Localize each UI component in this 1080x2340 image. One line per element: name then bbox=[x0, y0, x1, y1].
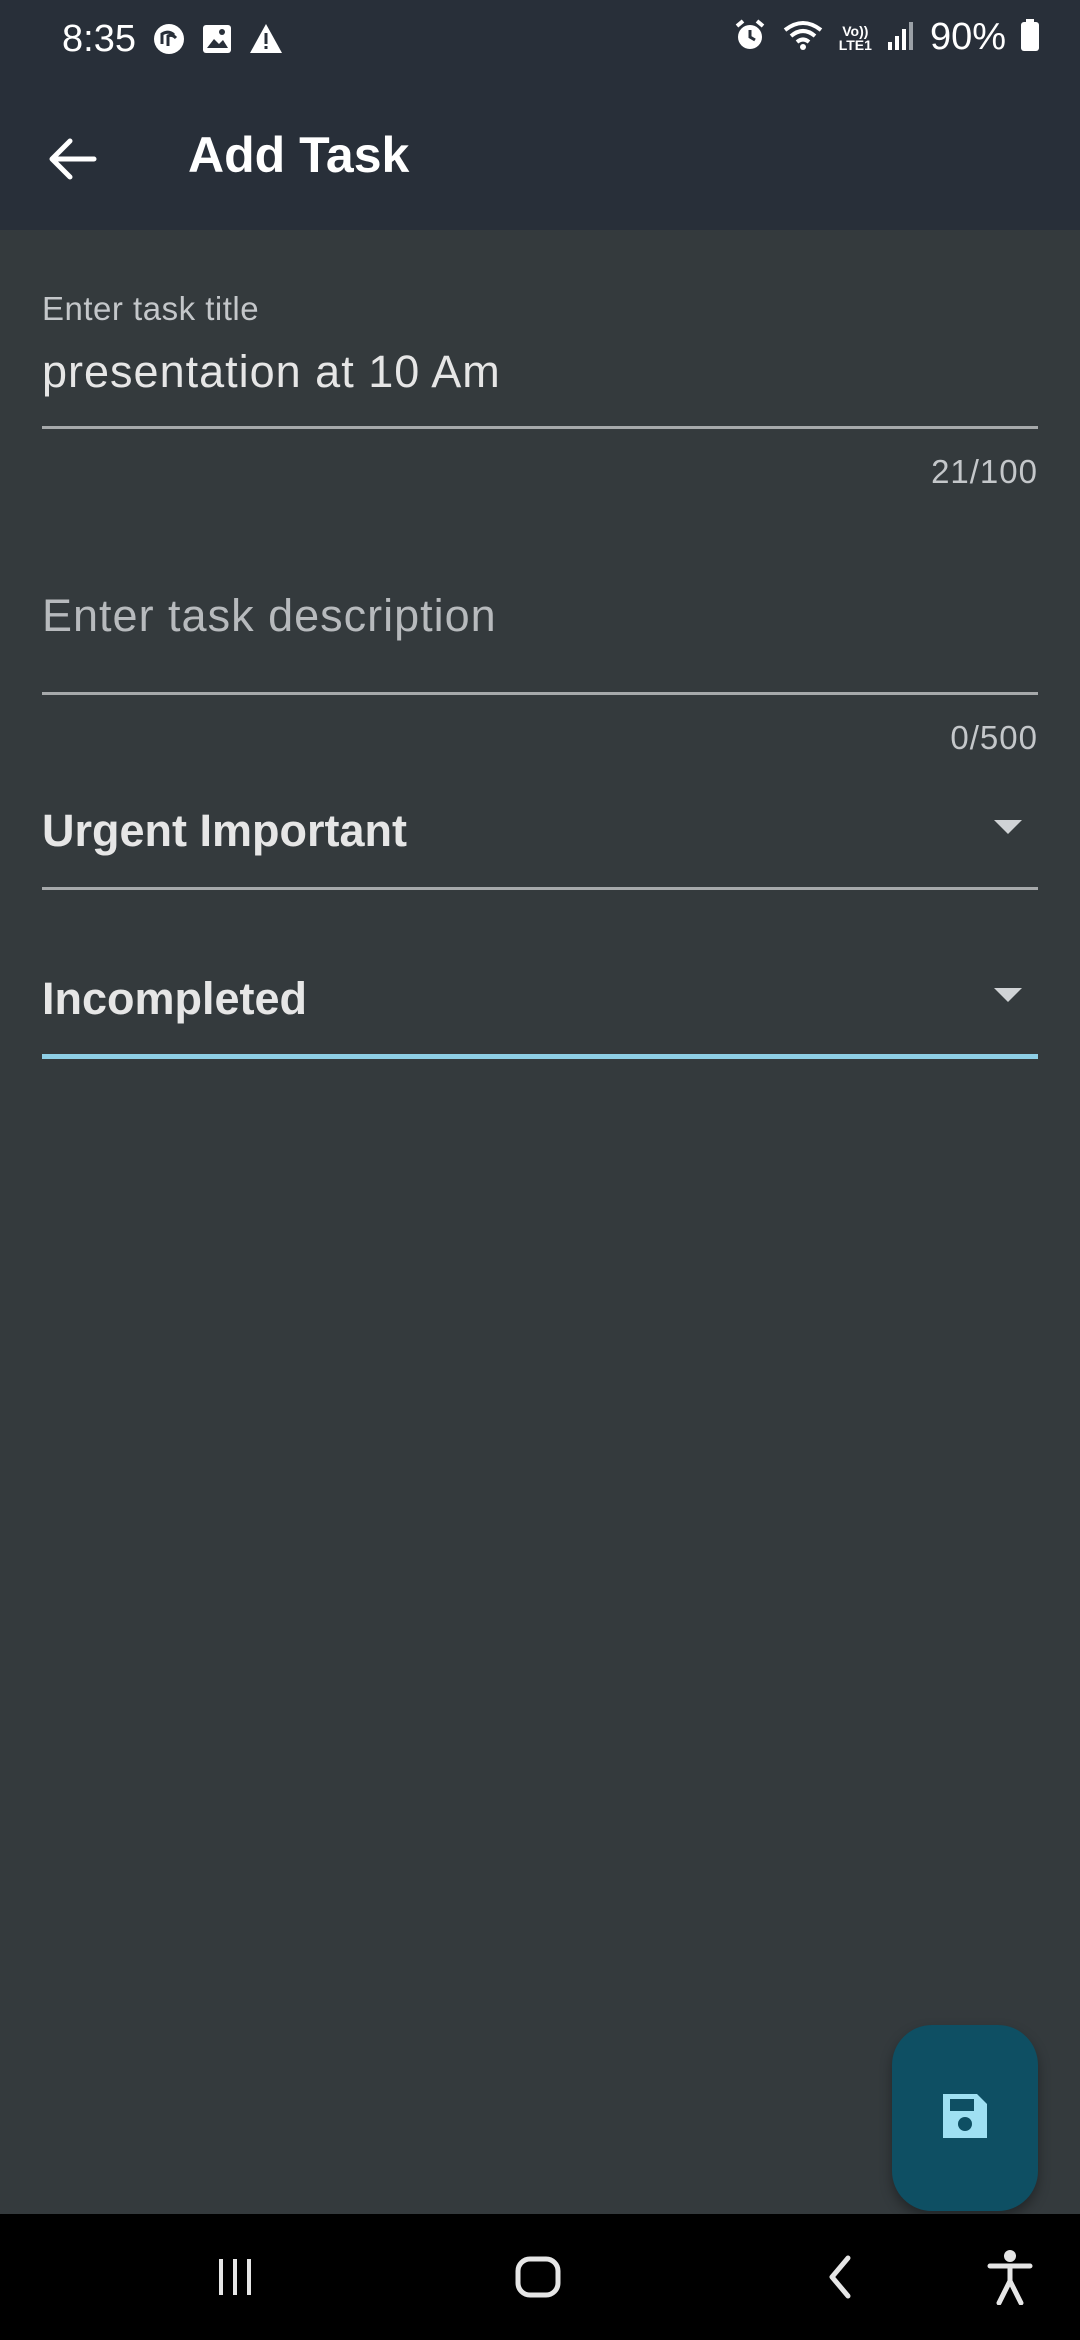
task-title-counter: 21/100 bbox=[931, 453, 1038, 490]
page-title: Add Task bbox=[188, 127, 410, 183]
chevron-down-icon bbox=[994, 820, 1022, 834]
back-button[interactable] bbox=[34, 122, 112, 200]
recent-apps-button[interactable] bbox=[200, 2244, 270, 2314]
home-button[interactable] bbox=[503, 2244, 573, 2314]
recent-apps-icon bbox=[213, 2255, 257, 2304]
warning-icon bbox=[248, 22, 284, 61]
sync-icon bbox=[152, 22, 186, 61]
notification-icons bbox=[152, 22, 284, 61]
priority-dropdown[interactable]: Urgent Important bbox=[42, 800, 1038, 892]
priority-selected-value: Urgent Important bbox=[42, 805, 407, 856]
alarm-icon bbox=[733, 18, 767, 57]
chevron-down-icon bbox=[994, 988, 1022, 1002]
wifi-icon bbox=[781, 18, 825, 57]
status-right-icons: Vo)) LTE1 90% bbox=[733, 16, 1040, 59]
home-icon bbox=[513, 2252, 563, 2307]
task-description-input[interactable]: Enter task description bbox=[42, 590, 497, 642]
task-description-counter: 0/500 bbox=[950, 719, 1038, 756]
status-underline-focused bbox=[42, 1054, 1038, 1059]
task-description-underline bbox=[42, 692, 1038, 695]
floppy-disk-icon bbox=[939, 2090, 991, 2147]
task-description-field[interactable]: Enter task description 0/500 bbox=[42, 585, 1038, 765]
status-dropdown[interactable]: Incompleted bbox=[42, 968, 1038, 1060]
task-title-underline bbox=[42, 426, 1038, 429]
save-button[interactable] bbox=[892, 2025, 1038, 2211]
system-back-button[interactable] bbox=[805, 2244, 875, 2314]
task-title-label: Enter task title bbox=[42, 290, 260, 327]
chevron-left-icon bbox=[820, 2252, 860, 2307]
status-selected-value: Incompleted bbox=[42, 973, 308, 1024]
accessibility-icon bbox=[987, 2249, 1033, 2310]
image-icon bbox=[200, 22, 234, 61]
status-bar: 8:35 Vo)) LTE1 90% bbox=[0, 0, 1080, 82]
priority-underline bbox=[42, 887, 1038, 890]
arrow-left-icon bbox=[48, 136, 98, 187]
status-time: 8:35 bbox=[62, 18, 136, 60]
system-nav-bar bbox=[0, 2214, 1080, 2340]
volte-bottom-label: LTE1 bbox=[838, 36, 872, 53]
task-title-field[interactable]: Enter task title presentation at 10 Am 2… bbox=[42, 290, 1038, 500]
accessibility-button[interactable] bbox=[975, 2244, 1045, 2314]
battery-icon bbox=[1020, 18, 1040, 57]
task-title-input[interactable]: presentation at 10 Am bbox=[42, 346, 501, 398]
add-task-screen: 8:35 Vo)) LTE1 90% Add Task Enter task t… bbox=[0, 0, 1080, 2340]
app-bar: Add Task bbox=[0, 82, 1080, 230]
battery-percent: 90% bbox=[929, 16, 1006, 58]
volte-indicator: Vo)) LTE1 bbox=[839, 24, 872, 52]
signal-icon bbox=[886, 18, 916, 57]
